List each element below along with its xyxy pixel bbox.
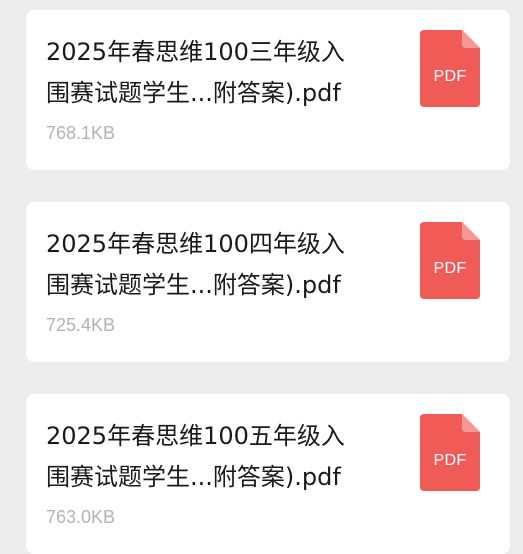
pdf-file-icon: PDF [420, 30, 480, 107]
file-name: 2025年春思维100三年级入 围赛试题学生...附答案).pdf [46, 32, 396, 114]
file-name-line1: 2025年春思维100三年级入 [46, 38, 345, 66]
file-card[interactable]: 2025年春思维100五年级入 围赛试题学生...附答案).pdf 763.0K… [26, 394, 510, 554]
file-name-line1: 2025年春思维100五年级入 [46, 422, 345, 450]
pdf-type-label: PDF [433, 260, 467, 277]
file-size: 725.4KB [46, 315, 116, 335]
pdf-file-icon: PDF [420, 414, 480, 491]
pdf-file-icon: PDF [420, 222, 480, 299]
file-size: 768.1KB [46, 123, 116, 143]
file-name-line2: 围赛试题学生...附答案).pdf [46, 463, 341, 491]
file-card[interactable]: 2025年春思维100三年级入 围赛试题学生...附答案).pdf 768.1K… [26, 10, 510, 170]
pdf-type-label: PDF [433, 452, 467, 469]
pdf-type-label: PDF [433, 68, 467, 85]
file-name-line2: 围赛试题学生...附答案).pdf [46, 271, 341, 299]
file-name: 2025年春思维100四年级入 围赛试题学生...附答案).pdf [46, 224, 396, 306]
file-card[interactable]: 2025年春思维100四年级入 围赛试题学生...附答案).pdf 725.4K… [26, 202, 510, 362]
file-name: 2025年春思维100五年级入 围赛试题学生...附答案).pdf [46, 416, 396, 498]
file-name-line1: 2025年春思维100四年级入 [46, 230, 345, 258]
file-size: 763.0KB [46, 507, 116, 527]
file-name-line2: 围赛试题学生...附答案).pdf [46, 79, 341, 107]
